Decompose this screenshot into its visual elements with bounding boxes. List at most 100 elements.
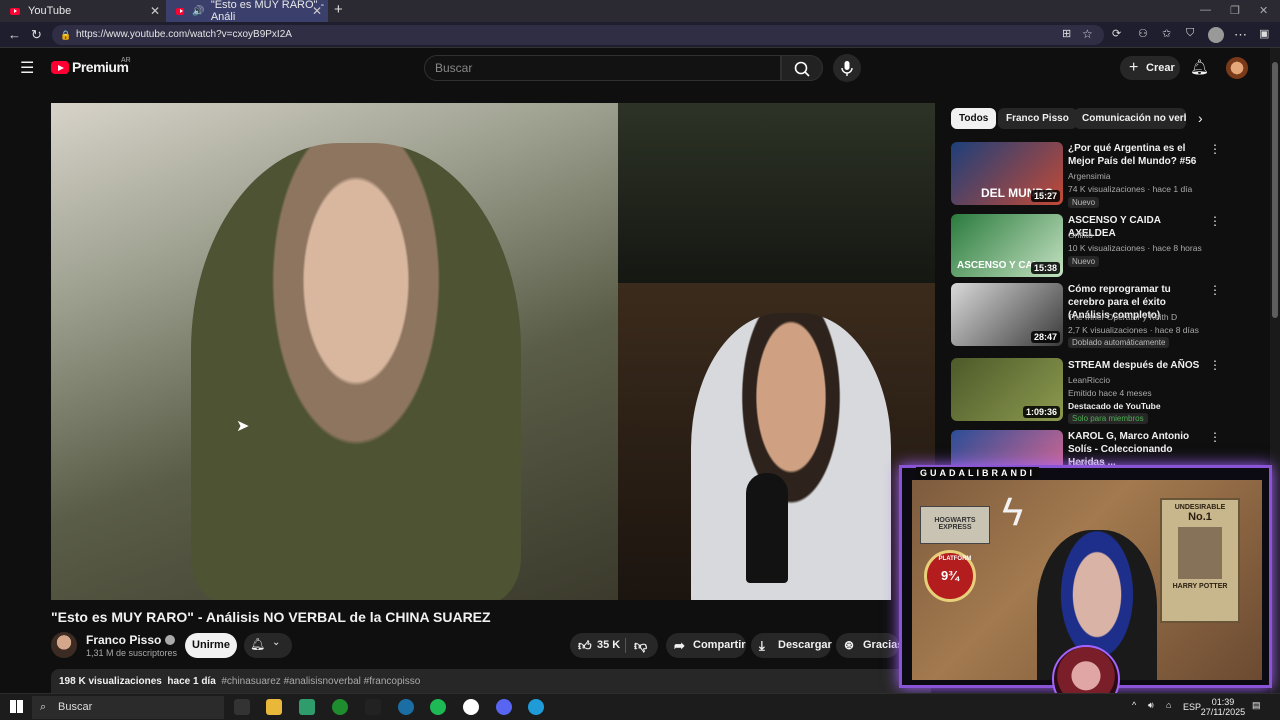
spotify-icon[interactable] (430, 699, 446, 715)
share-button[interactable]: ➦ Compartir (666, 633, 746, 658)
dubbed-badge: Doblado automáticamente (1068, 337, 1170, 348)
rec-channel[interactable]: The Inner Operator y Keith D (1068, 312, 1177, 322)
sidebar-icon[interactable]: ▣ (1259, 27, 1269, 40)
rec-channel[interactable]: Griffito (1068, 230, 1093, 240)
notification-center-icon[interactable]: ▤ (1252, 700, 1261, 710)
taskbar-search[interactable]: ⌕ Buscar (32, 696, 224, 719)
task-view-icon[interactable] (234, 699, 250, 715)
youtube-logo-icon[interactable] (51, 61, 69, 74)
steam-icon[interactable] (398, 699, 414, 715)
thumbnail[interactable]: 28:47 (951, 283, 1063, 346)
thanks-icon: ⊛ (844, 638, 855, 652)
shield-icon[interactable]: ⛉ (1186, 27, 1194, 40)
like-count[interactable]: 35 K (597, 633, 620, 658)
window-close-icon[interactable]: ✕ (1259, 4, 1268, 17)
obs-icon[interactable] (463, 699, 479, 715)
channel-name[interactable]: Franco Pisso (86, 633, 176, 647)
xbox-icon[interactable] (332, 699, 348, 715)
channel-name-text: Franco Pisso (86, 633, 162, 647)
more-options-icon[interactable]: ⋮ (1209, 142, 1221, 156)
tab-video[interactable]: 🔊 "Esto es MUY RARO" - Análi ✕ (166, 0, 328, 23)
chevron-right-icon[interactable]: › (1198, 110, 1203, 126)
video-man (691, 313, 891, 600)
more-options-icon[interactable]: ⋮ (1209, 214, 1221, 228)
subscription-bell-button[interactable]: 🔔︎ ⌄ (244, 633, 292, 658)
file-explorer-icon[interactable] (266, 699, 282, 715)
chip-comunicacion[interactable]: Comunicación no verbal (1074, 108, 1186, 129)
chip-todos[interactable]: Todos (951, 108, 997, 129)
discord-icon[interactable] (496, 699, 512, 715)
streamer-name: GUADALIBRANDI (916, 467, 1039, 479)
edge-icon[interactable] (528, 699, 544, 715)
reload-icon[interactable]: ↻ (31, 27, 42, 43)
description-box[interactable]: 198 K visualizaciones hace 1 día #chinas… (51, 669, 931, 693)
logo-text[interactable]: Premium (72, 59, 129, 75)
clock[interactable]: 01:39 27/11/2025 (1200, 697, 1246, 717)
network-icon[interactable]: ⌂ (1166, 700, 1171, 710)
thumbnail[interactable]: DEL MUNDO 15:27 (951, 142, 1063, 205)
rec-channel[interactable]: Argensimia (1068, 171, 1111, 181)
volume-icon[interactable]: 🔊︎ (1148, 700, 1154, 710)
subscriber-count: 1,31 M de suscriptores (86, 648, 178, 658)
thumbnail[interactable]: ASCENSO Y CAI 15:38 (951, 214, 1063, 277)
more-icon[interactable]: ⋯ (1234, 27, 1247, 43)
recommendation-item[interactable]: 28:47 Cómo reprogramar tu cerebro para e… (951, 283, 1271, 348)
rec-title[interactable]: STREAM después de AÑOS (1068, 359, 1208, 372)
more-options-icon[interactable]: ⋮ (1209, 358, 1221, 372)
recommendation-item[interactable]: DEL MUNDO 15:27 ¿Por qué Argentina es el… (951, 142, 1271, 208)
chip-franco-pisso[interactable]: Franco Pisso (998, 108, 1077, 129)
minimize-icon[interactable]: — (1200, 4, 1211, 16)
poster-name: HARRY POTTER (1172, 583, 1228, 590)
epic-games-icon[interactable] (365, 699, 381, 715)
speaker-icon[interactable]: 🔊 (192, 6, 204, 17)
back-icon[interactable]: ← (8, 27, 21, 42)
rec-title[interactable]: ¿Por qué Argentina es el Mejor País del … (1068, 142, 1208, 168)
voice-search-button[interactable] (833, 54, 861, 82)
divider (625, 638, 626, 653)
more-options-icon[interactable]: ⋮ (1209, 283, 1221, 297)
video-woman (191, 143, 521, 600)
like-icon[interactable]: 👍︎ (578, 633, 592, 658)
more-options-icon[interactable]: ⋮ (1209, 430, 1221, 444)
windows-start-icon[interactable] (10, 700, 23, 713)
recommendation-item[interactable]: ASCENSO Y CAI 15:38 ASCENSO Y CAIDA AXEL… (951, 214, 1271, 279)
account-avatar[interactable] (1226, 57, 1248, 79)
tab-youtube[interactable]: YouTube ✕ (0, 0, 166, 22)
browser-tab-bar: YouTube ✕ 🔊 "Esto es MUY RARO" - Análi ✕… (0, 0, 1280, 23)
wanted-poster: UNDESIRABLE No.1 HARRY POTTER (1160, 498, 1240, 623)
close-tab-icon[interactable]: ✕ (150, 4, 160, 18)
recommendation-item[interactable]: KAROL G, Marco Antonio Solís - Coleccion… (951, 430, 1271, 470)
thanks-button[interactable]: ⊛ Gracias (836, 633, 899, 658)
favorite-star-icon[interactable]: ☆ (1082, 27, 1093, 41)
youtube-favicon-icon (10, 7, 20, 15)
hashtags[interactable]: #chinasuarez #analisisnoverbal #francopi… (221, 676, 420, 687)
extensions-icon[interactable]: ⟳ (1112, 27, 1121, 40)
download-button[interactable]: ⤓ Descargar (751, 633, 832, 658)
recommendation-item[interactable]: 1:09:36 STREAM después de AÑOS LeanRicci… (951, 358, 1271, 424)
platform-label: PLATFORM (938, 556, 972, 562)
video-player[interactable]: ➤ (51, 103, 935, 600)
split-icon[interactable]: ⚇ (1138, 27, 1148, 40)
app-icon[interactable] (299, 699, 315, 715)
channel-avatar[interactable] (51, 632, 77, 658)
search-input[interactable]: Buscar (424, 55, 781, 81)
tray-chevron-icon[interactable]: ^ (1132, 700, 1136, 710)
restore-icon[interactable]: ❐ (1230, 4, 1240, 17)
search-button[interactable] (781, 55, 823, 81)
favorites-icon[interactable]: ✩ (1162, 27, 1171, 40)
rec-channel[interactable]: LeanRiccio (1068, 375, 1110, 385)
scrollbar-thumb[interactable] (1272, 62, 1278, 318)
notifications-bell-icon[interactable]: 🔔︎ (1190, 58, 1209, 76)
dislike-icon[interactable]: 👎︎ (634, 633, 647, 658)
create-button[interactable]: + Crear (1120, 56, 1180, 80)
menu-icon[interactable]: ☰ (20, 58, 34, 78)
profile-icon[interactable] (1208, 27, 1224, 43)
language-indicator[interactable]: ESP (1183, 702, 1201, 712)
new-tab-icon[interactable]: + (334, 1, 343, 18)
join-button[interactable]: Unirme (185, 633, 237, 658)
url-field[interactable]: 🔒 https://www.youtube.com/watch?v=cxoyB9… (52, 25, 1104, 45)
thumbnail[interactable]: 1:09:36 (951, 358, 1063, 421)
close-tab-icon[interactable]: ✕ (312, 4, 322, 18)
thumbnail[interactable] (951, 430, 1063, 470)
apps-icon[interactable]: ⊞ (1062, 27, 1071, 40)
